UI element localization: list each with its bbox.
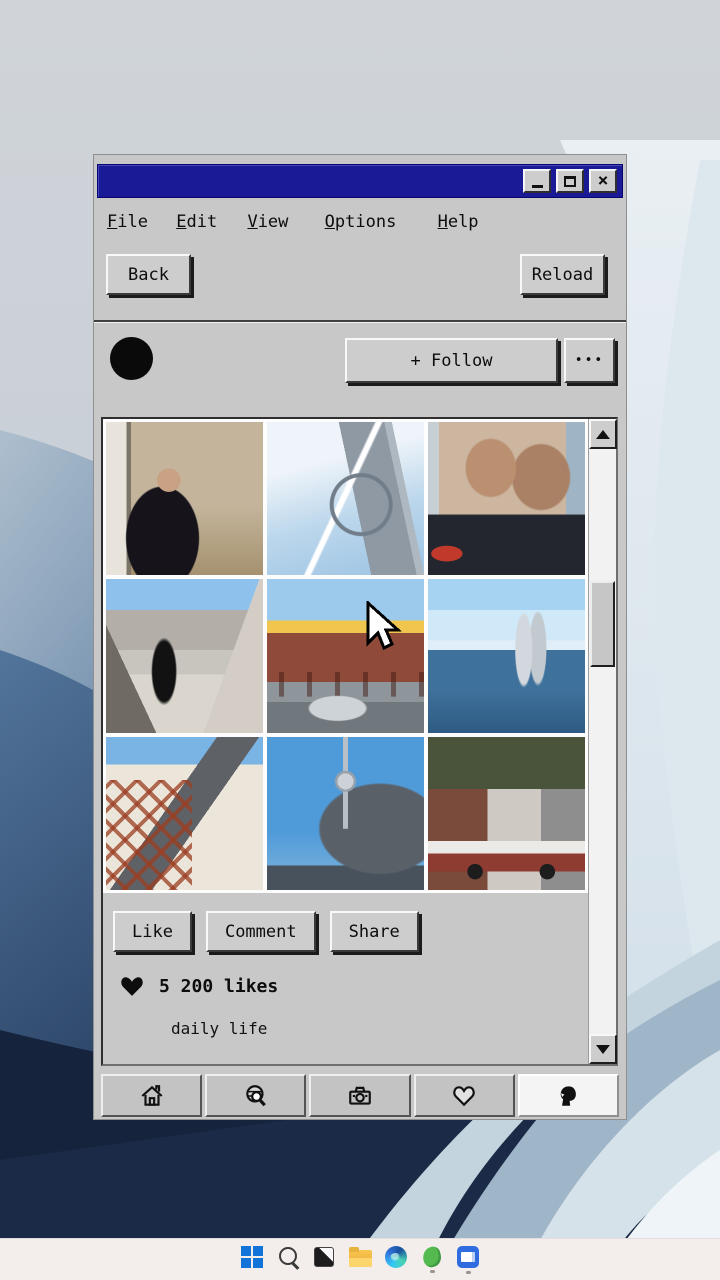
taskbar-edge[interactable]: [378, 1240, 414, 1280]
bottom-nav: [101, 1074, 619, 1117]
tab-search[interactable]: [205, 1074, 306, 1117]
photo-pickup-truck[interactable]: [428, 737, 585, 890]
heart-icon: [120, 975, 144, 997]
camera-icon: [347, 1083, 373, 1109]
post-actions: Like Comment Share: [113, 911, 419, 952]
house-icon: [139, 1083, 165, 1109]
scrollbar[interactable]: [588, 419, 616, 1064]
menu-options[interactable]: Options: [325, 212, 397, 232]
tab-activity[interactable]: [414, 1074, 515, 1117]
photo-grid: [103, 419, 588, 893]
toolbar-divider: [94, 320, 626, 323]
taskbar-app-dark[interactable]: [306, 1240, 342, 1280]
minimize-button[interactable]: [523, 169, 551, 193]
photo-timbered-house[interactable]: [106, 737, 263, 890]
back-button[interactable]: Back: [106, 254, 191, 295]
menu-view[interactable]: View: [247, 212, 288, 232]
photo-world-clock[interactable]: [267, 422, 424, 575]
menu-edit[interactable]: Edit: [176, 212, 217, 232]
photo-wall-mural[interactable]: [428, 422, 585, 575]
like-button[interactable]: Like: [113, 911, 192, 952]
running-indicator: [466, 1271, 471, 1274]
app-window: × File Edit View Options Help Back Reloa…: [93, 154, 627, 1120]
scrollbar-thumb[interactable]: [590, 581, 615, 667]
tab-home[interactable]: [101, 1074, 202, 1117]
post-caption: daily life: [171, 1019, 267, 1038]
close-button[interactable]: ×: [589, 169, 617, 193]
menu-bar: File Edit View Options Help: [107, 212, 479, 232]
menu-file[interactable]: File: [107, 212, 148, 232]
follow-button[interactable]: + Follow: [345, 338, 558, 383]
share-button[interactable]: Share: [330, 911, 419, 952]
menu-help[interactable]: Help: [438, 212, 479, 232]
title-bar[interactable]: ×: [97, 164, 623, 198]
edge-browser-icon: [385, 1246, 407, 1268]
maximize-button[interactable]: [556, 169, 584, 193]
likes-row: 5 200 likes: [120, 975, 278, 997]
windows-start-icon: [241, 1246, 263, 1268]
blue-app-icon: [457, 1246, 479, 1268]
reload-button[interactable]: Reload: [520, 254, 605, 295]
photo-walking-street[interactable]: [106, 579, 263, 732]
dark-square-app-icon: [314, 1247, 334, 1267]
search-icon: [279, 1247, 297, 1265]
tab-camera[interactable]: [309, 1074, 410, 1117]
green-app-icon: [421, 1245, 443, 1269]
taskbar-app-blue[interactable]: [450, 1240, 486, 1280]
running-indicator: [430, 1270, 435, 1273]
comment-button[interactable]: Comment: [206, 911, 316, 952]
photo-tv-tower[interactable]: [267, 737, 424, 890]
scroll-down-button[interactable]: [589, 1034, 617, 1064]
triangle-up-icon: [596, 430, 610, 439]
photo-street-portrait[interactable]: [106, 422, 263, 575]
avatar[interactable]: [110, 337, 153, 380]
photo-bridge-train[interactable]: [267, 579, 424, 732]
globe-magnifier-icon: [243, 1083, 269, 1109]
maximize-icon: [564, 176, 576, 187]
folder-icon: [349, 1250, 372, 1267]
more-options-button[interactable]: •••: [564, 338, 615, 383]
likes-count: 5 200 likes: [159, 976, 278, 997]
scroll-up-button[interactable]: [589, 419, 617, 449]
person-icon: [555, 1083, 581, 1109]
heart-icon: [451, 1083, 477, 1109]
gallery-panel: Like Comment Share 5 200 likes daily lif…: [101, 417, 618, 1066]
taskbar-search-button[interactable]: [270, 1240, 306, 1280]
taskbar-file-explorer[interactable]: [342, 1240, 378, 1280]
taskbar-app-green[interactable]: [414, 1240, 450, 1280]
close-icon: ×: [598, 172, 609, 190]
triangle-down-icon: [596, 1045, 610, 1054]
taskbar: [0, 1238, 720, 1280]
minimize-icon: [532, 185, 543, 188]
tab-profile[interactable]: [518, 1074, 619, 1117]
taskbar-start-button[interactable]: [234, 1240, 270, 1280]
photo-river-sculpture[interactable]: [428, 579, 585, 732]
